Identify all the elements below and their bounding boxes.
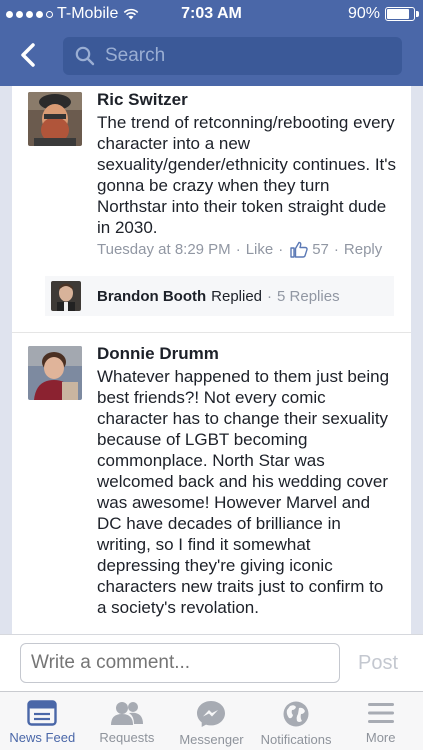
news-feed-icon bbox=[27, 700, 57, 726]
tab-requests[interactable]: Requests bbox=[85, 692, 170, 750]
tab-label: More bbox=[365, 730, 396, 745]
replies-summary[interactable]: Brandon Booth Replied · 5 Replies bbox=[45, 276, 394, 316]
post-button[interactable]: Post bbox=[358, 652, 398, 675]
comment-author[interactable]: Ric Switzer bbox=[97, 90, 188, 110]
comment-text: Whatever happened to them just being bes… bbox=[97, 367, 390, 617]
tab-notifications[interactable]: Notifications bbox=[254, 692, 339, 750]
comment-author[interactable]: Donnie Drumm bbox=[97, 344, 219, 364]
comment-input[interactable] bbox=[20, 643, 340, 683]
tab-label: Requests bbox=[99, 730, 155, 745]
comment-timestamp: Tuesday at 8:29 PM bbox=[97, 241, 231, 258]
requests-icon bbox=[110, 702, 143, 725]
reply-action: Replied bbox=[211, 287, 263, 305]
navigation-bar: T-Mobile 7:03 AM 90% Search bbox=[0, 0, 423, 86]
battery-percentage: 90% bbox=[347, 5, 380, 22]
notifications-icon bbox=[283, 701, 309, 727]
reply-count[interactable]: 5 Replies bbox=[277, 288, 340, 305]
reply-author[interactable]: Brandon Booth bbox=[97, 288, 206, 305]
comments-list: Ric Switzer The trend of retconning/rebo… bbox=[12, 86, 411, 634]
thumbs-up-icon bbox=[290, 241, 308, 258]
search-bar[interactable]: Search bbox=[63, 37, 402, 75]
status-bar: T-Mobile 7:03 AM 90% bbox=[0, 0, 423, 28]
divider bbox=[12, 332, 411, 333]
tab-news-feed[interactable]: News Feed bbox=[0, 692, 85, 750]
search-icon bbox=[75, 46, 95, 66]
tab-more[interactable]: More bbox=[338, 692, 423, 750]
avatar[interactable] bbox=[28, 346, 82, 400]
search-placeholder: Search bbox=[105, 45, 166, 66]
like-link[interactable]: Like bbox=[246, 241, 274, 258]
comment-meta: Tuesday at 8:29 PM · Like · 57 · Reply bbox=[97, 241, 383, 258]
tab-label: Notifications bbox=[260, 732, 332, 747]
tab-label: News Feed bbox=[9, 730, 76, 745]
comment-text: The trend of retconning/rebooting every … bbox=[97, 113, 397, 237]
tab-messenger[interactable]: Messenger bbox=[169, 692, 254, 750]
avatar[interactable] bbox=[28, 92, 82, 146]
battery-icon bbox=[385, 7, 419, 21]
like-count: 57 bbox=[312, 241, 329, 258]
tab-label: Messenger bbox=[179, 732, 244, 747]
comment-composer: Post bbox=[0, 634, 423, 691]
chevron-left-icon[interactable] bbox=[14, 40, 44, 70]
more-icon bbox=[367, 703, 394, 723]
messenger-icon bbox=[197, 701, 226, 727]
reply-link[interactable]: Reply bbox=[344, 241, 382, 258]
tab-bar: News Feed Requests Messenger Notificatio… bbox=[0, 691, 423, 750]
avatar bbox=[51, 281, 81, 311]
